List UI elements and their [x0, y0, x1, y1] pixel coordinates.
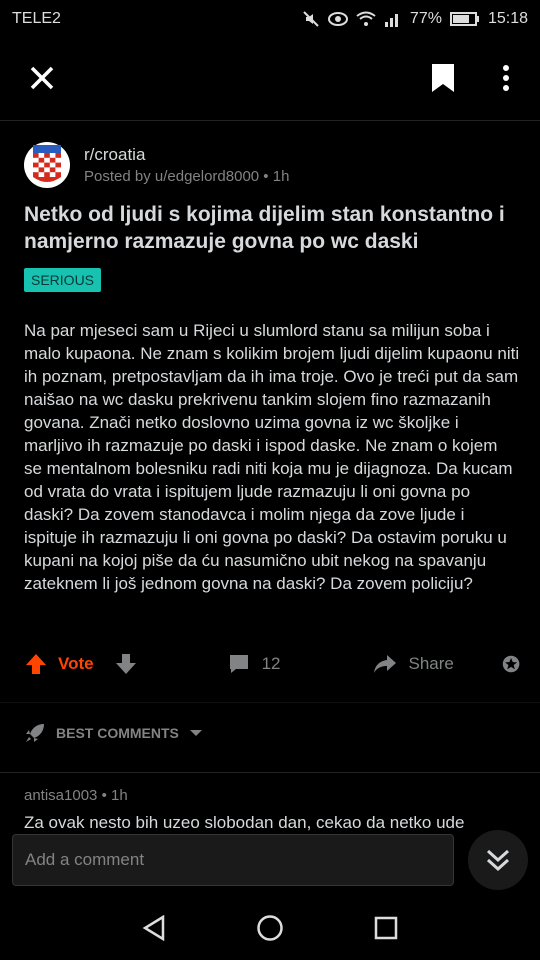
eye-icon [327, 12, 348, 26]
recents-icon[interactable] [374, 916, 398, 940]
back-icon[interactable] [142, 915, 166, 941]
post-author-time[interactable]: Posted by u/edgelord8000 • 1h [84, 168, 289, 185]
share-button[interactable]: Share [373, 653, 454, 675]
status-bar: TELE2 77% 15:18 [0, 0, 540, 38]
comment-text: Za ovak nesto bih uzeo slobodan dan, cek… [24, 813, 465, 832]
croatia-coat-of-arms-icon [33, 145, 61, 182]
status-icons: 77% 15:18 [302, 10, 528, 28]
comments-divider [0, 772, 540, 773]
rocket-icon [26, 724, 44, 742]
signal-icon [384, 14, 398, 27]
comment-count: 12 [261, 654, 281, 673]
vote-controls: Vote [24, 652, 138, 676]
close-icon[interactable] [28, 64, 56, 92]
post-title: Netko od ljudi s kojima dijelim stan kon… [24, 203, 505, 253]
system-nav-bar [0, 896, 540, 960]
subreddit-avatar[interactable] [24, 142, 70, 188]
subreddit-name[interactable]: r/croatia [84, 145, 289, 165]
actions-divider [0, 702, 540, 703]
downvote-arrow-icon[interactable] [114, 652, 138, 676]
header-divider [0, 120, 540, 121]
post-flair[interactable]: SERIOUS [24, 268, 102, 292]
battery-percent: 77% [409, 10, 442, 27]
comment-sort-dropdown[interactable]: BEST COMMENTS [24, 722, 203, 744]
upvote-arrow-icon[interactable] [24, 652, 48, 676]
post-action-bar: Vote 12 Share [24, 646, 520, 682]
top-bar [0, 38, 540, 120]
mute-icon [303, 11, 319, 27]
award-icon[interactable] [502, 652, 520, 676]
comments-button[interactable]: 12 [228, 653, 281, 675]
comment-bubble-icon [229, 655, 248, 673]
vote-label: Vote [58, 654, 94, 673]
comment-author-time[interactable]: antisa1003 • 1h [24, 787, 128, 804]
share-arrow-icon [373, 655, 396, 673]
home-icon[interactable] [256, 914, 284, 942]
bookmark-icon[interactable] [430, 62, 456, 94]
clock: 15:18 [487, 10, 528, 27]
sort-label: BEST COMMENTS [56, 725, 179, 741]
chevron-down-icon [189, 730, 202, 736]
share-label: Share [408, 654, 454, 673]
collapse-comments-button[interactable] [468, 830, 528, 890]
double-chevron-down-icon [486, 849, 510, 872]
battery-icon [449, 12, 479, 26]
more-options-icon[interactable] [500, 64, 512, 92]
post-header: r/croatia Posted by u/edgelord8000 • 1h [24, 142, 289, 188]
post-body: Na par mjeseci sam u Rijeci u slumlord s… [24, 321, 520, 593]
wifi-icon [356, 11, 376, 26]
carrier-label: TELE2 [12, 10, 61, 27]
add-comment-input[interactable]: Add a comment [12, 834, 454, 886]
